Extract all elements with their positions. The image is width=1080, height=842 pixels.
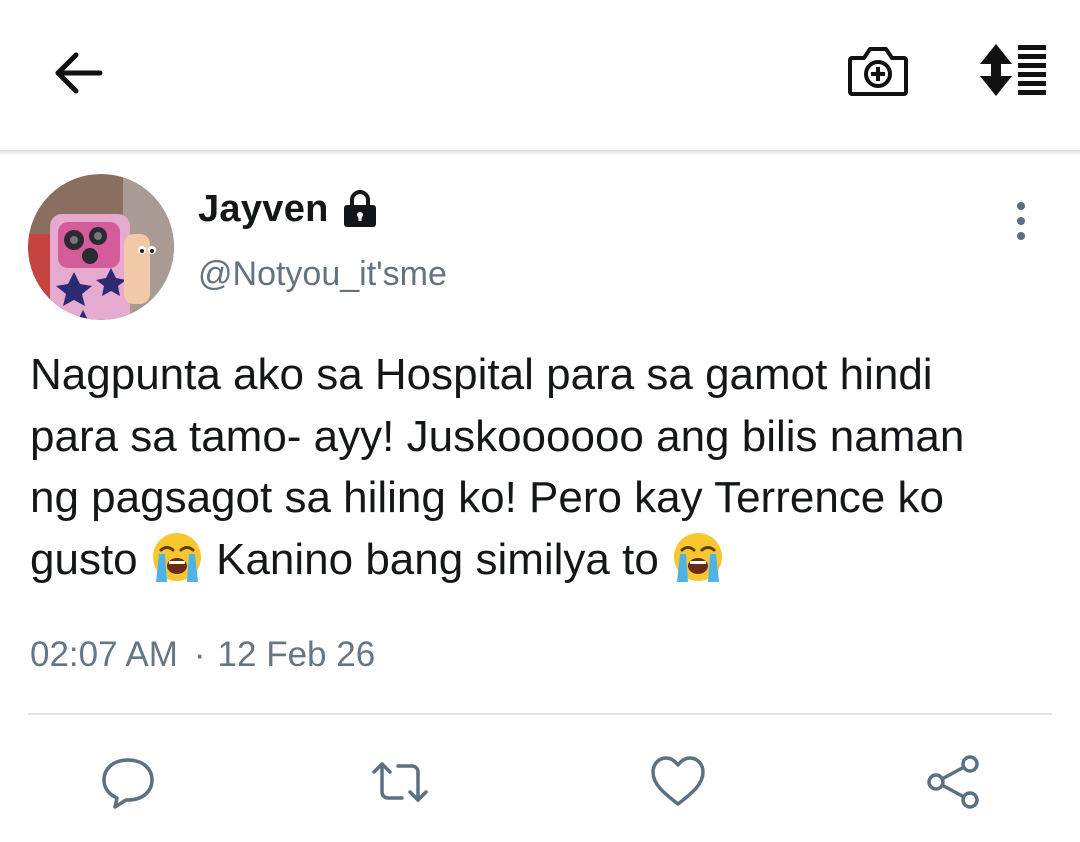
tweet-time: 02:07 AM (30, 635, 178, 674)
reply-icon (102, 758, 154, 809)
author-handle[interactable]: @Notyou_it'sme (198, 252, 447, 296)
tweet-text: Nagpunta ako sa Hospital para sa gamot h… (30, 344, 1074, 590)
meta-separator: · (193, 635, 206, 674)
more-options-button[interactable] (1004, 200, 1038, 244)
like-button[interactable] (648, 752, 708, 812)
tweet-timestamp: 02:07 AM · 12 Feb 26 (30, 632, 375, 678)
app-bar-shadow (0, 150, 1080, 155)
share-icon (927, 755, 979, 809)
camera-button[interactable] (846, 42, 910, 100)
author-name[interactable]: Jayven (198, 186, 329, 232)
tweet-line-4-end: Kanino bang similya to (216, 534, 659, 584)
tweet-line-1: Nagpunta ako sa Hospital para sa gamot h… (30, 350, 933, 399)
camera-plus-icon (848, 47, 908, 96)
more-vertical-icon (1017, 202, 1025, 240)
sort-list-icon (980, 44, 1046, 96)
retweet-icon (372, 762, 428, 802)
retweet-button[interactable] (370, 752, 430, 812)
avatar[interactable] (28, 174, 174, 320)
tweet-date: 12 Feb 26 (217, 635, 376, 674)
like-icon (651, 756, 705, 806)
loudly-crying-face-emoji-icon (674, 532, 723, 582)
sort-button[interactable] (974, 42, 1050, 98)
tweet-line-3: ng pagsagot sa hiling ko! Pero kay Terre… (30, 473, 944, 522)
back-button[interactable] (50, 48, 106, 98)
share-button[interactable] (924, 752, 984, 812)
loudly-crying-face-emoji-icon (152, 532, 201, 582)
tweet-line-2: para sa tamo- ayy! Juskoooooo ang bilis … (30, 411, 965, 461)
lock-icon (344, 190, 376, 227)
reply-button[interactable] (98, 752, 158, 812)
actions-divider (28, 713, 1052, 715)
top-app-bar (0, 0, 1080, 150)
arrow-left-icon (55, 52, 103, 94)
tweet-line-4-start: gusto (30, 534, 138, 584)
